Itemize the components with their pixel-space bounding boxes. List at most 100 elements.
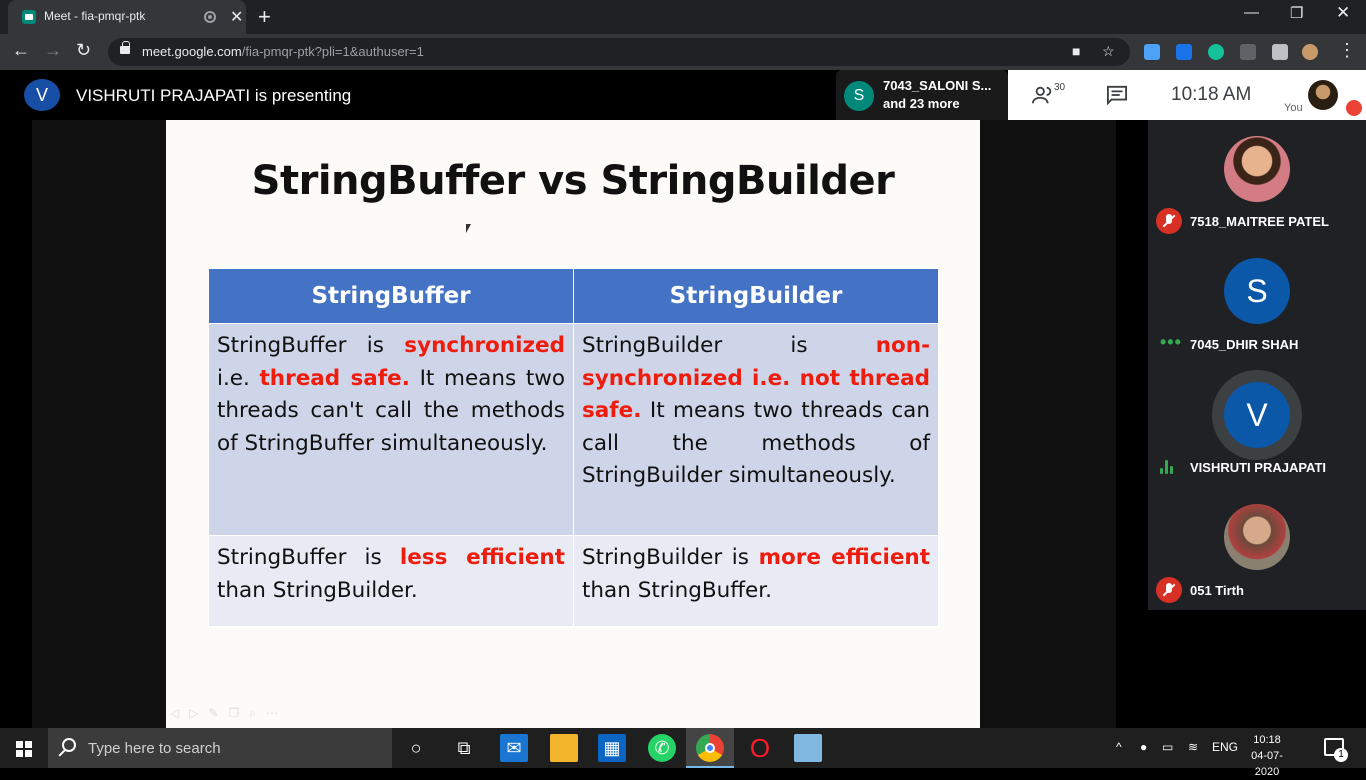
slide-title: StringBuffer vs StringBuilder xyxy=(251,158,895,204)
self-avatar[interactable] xyxy=(1308,80,1338,110)
browser-toolbar: ← → ↻ meet.google.com/fia-pmqr-ptk?pli=1… xyxy=(0,34,1366,70)
wifi-icon[interactable]: ≋ xyxy=(1188,740,1198,754)
you-label: You xyxy=(1284,102,1303,114)
self-mic-off-icon xyxy=(1346,100,1362,116)
participant-name: VISHRUTI PRAJAPATI xyxy=(1190,460,1327,475)
minimize-window-button[interactable]: — xyxy=(1244,4,1259,21)
meet-header-controls: 30 10:18 AM You xyxy=(1008,70,1366,120)
taskbar-time: 10:18 xyxy=(1253,734,1281,746)
maximize-window-button[interactable]: ❐ xyxy=(1290,4,1303,22)
cell-highlight: thread safe. xyxy=(259,365,410,391)
cell-highlight: more efficient xyxy=(758,545,931,570)
cell-highlight: synchronized xyxy=(404,333,565,358)
cell-text: StringBuilder is xyxy=(582,545,759,570)
participant-name: 7518_MAITREE PATEL xyxy=(1190,214,1329,229)
taskbar-clock[interactable]: 10:18 04-07-2020 xyxy=(1244,732,1290,780)
close-tab-icon[interactable]: ✕ xyxy=(230,7,243,27)
participant-avatar-photo[interactable] xyxy=(1224,136,1290,202)
tab-title: Meet - fia-pmqr-ptk xyxy=(44,9,146,23)
app-icon[interactable] xyxy=(794,734,822,762)
participant-name: 7045_DHIR SHAH xyxy=(1190,337,1299,352)
taskbar-date: 04-07-2020 xyxy=(1251,750,1283,778)
browser-tab-strip: Meet - fia-pmqr-ptk ✕ + — ❐ ✕ xyxy=(0,0,1366,34)
cell-text: StringBuilder is xyxy=(582,333,876,358)
column-header-stringbuilder: StringBuilder xyxy=(573,268,939,324)
participant-avatar-photo[interactable] xyxy=(1224,504,1290,570)
recording-indicator-icon xyxy=(204,11,216,23)
bookmark-star-icon[interactable]: ☆ xyxy=(1102,43,1115,60)
url-path: /fia-pmqr-ptk?pli=1&authuser=1 xyxy=(241,44,424,59)
windows-taskbar: Type here to search ○ ⧉ ✉ ▦ ✆ O ^ ● ▭ ≋ … xyxy=(0,728,1366,778)
back-button[interactable]: ← xyxy=(12,40,30,61)
speaker-avatar: S xyxy=(844,81,874,111)
mail-icon[interactable]: ✉ xyxy=(500,734,528,762)
url-host: meet.google.com xyxy=(142,44,242,59)
cell-text: than StringBuilder. xyxy=(217,577,418,603)
microphone-icon[interactable]: ● xyxy=(1140,740,1147,754)
cell-highlight: less efficient xyxy=(399,545,566,570)
participants-panel: 7518_MAITREE PATEL S ••• 7045_DHIR SHAH … xyxy=(1148,120,1366,610)
camera-icon[interactable]: ■ xyxy=(1072,43,1080,59)
chrome-icon[interactable] xyxy=(696,734,724,762)
extension-grammarly-icon[interactable] xyxy=(1208,44,1224,60)
search-placeholder: Type here to search xyxy=(88,740,221,757)
store-icon[interactable]: ▦ xyxy=(598,734,626,762)
table-cell: StringBuilder is non-synchronized i.e. n… xyxy=(573,323,939,536)
presenter-avatar: V xyxy=(24,79,60,111)
participant-avatar[interactable]: V xyxy=(1224,382,1290,448)
language-indicator[interactable]: ENG xyxy=(1212,740,1238,754)
cortana-icon[interactable]: ○ xyxy=(402,734,430,762)
people-icon[interactable] xyxy=(1032,84,1054,106)
participant-avatar[interactable]: S xyxy=(1224,258,1290,324)
cell-text: than StringBuffer. xyxy=(582,577,772,603)
extensions-puzzle-icon[interactable] xyxy=(1272,44,1288,60)
participant-name: 051 Tirth xyxy=(1190,583,1244,598)
comparison-table: StringBuffer StringBuilder StringBuffer … xyxy=(208,268,939,627)
file-explorer-icon[interactable] xyxy=(550,734,578,762)
extension-s-icon[interactable] xyxy=(1176,44,1192,60)
notification-count-badge: 1 xyxy=(1334,748,1348,762)
speaker-more-count: and 23 more xyxy=(883,96,960,111)
speaking-bars-icon xyxy=(1160,460,1176,474)
people-count: 30 xyxy=(1054,82,1066,93)
meet-header: V VISHRUTI PRAJAPATI is presenting S 704… xyxy=(0,70,1366,120)
table-row: StringBuffer is synchronized i.e. thread… xyxy=(208,323,939,536)
profile-avatar-icon[interactable] xyxy=(1302,44,1318,60)
presentation-slide: StringBuffer vs StringBuilder StringBuff… xyxy=(166,120,980,728)
extension-pen-icon[interactable] xyxy=(1240,44,1256,60)
slideshow-controls[interactable]: ◁▷✎❐⌕⋯ xyxy=(170,706,288,721)
browser-tab[interactable]: Meet - fia-pmqr-ptk ✕ xyxy=(8,0,246,34)
chat-icon[interactable] xyxy=(1106,85,1128,105)
browser-menu-icon[interactable]: ⋮ xyxy=(1338,40,1356,61)
close-window-button[interactable]: ✕ xyxy=(1336,3,1350,23)
table-cell: StringBuffer is synchronized i.e. thread… xyxy=(208,323,574,536)
show-hidden-icons-icon[interactable]: ^ xyxy=(1116,740,1122,754)
mic-off-icon xyxy=(1156,577,1182,603)
mic-off-icon xyxy=(1156,208,1182,234)
mouse-cursor-icon xyxy=(466,224,471,233)
presenting-label: VISHRUTI PRAJAPATI is presenting xyxy=(76,86,352,105)
address-bar[interactable]: meet.google.com/fia-pmqr-ptk?pli=1&authu… xyxy=(108,38,1130,66)
windows-start-icon[interactable] xyxy=(16,741,32,757)
table-cell: StringBuffer is less efficient than Stri… xyxy=(208,535,574,627)
new-tab-button[interactable]: + xyxy=(258,4,271,30)
search-icon xyxy=(62,738,76,752)
forward-button[interactable]: → xyxy=(44,40,62,61)
taskbar-search[interactable]: Type here to search xyxy=(48,728,392,768)
cell-text: StringBuffer is xyxy=(217,333,405,358)
column-header-stringbuffer: StringBuffer xyxy=(208,268,574,324)
meeting-clock: 10:18 AM xyxy=(1171,84,1252,105)
more-dots-icon: ••• xyxy=(1160,332,1182,352)
cell-text: StringBuffer is xyxy=(217,545,400,570)
speaker-name: 7043_SALONI S... xyxy=(883,78,992,93)
table-row: StringBuffer is less efficient than Stri… xyxy=(208,535,939,627)
table-cell: StringBuilder is more efficient than Str… xyxy=(573,535,939,627)
cell-text: i.e. xyxy=(217,365,260,391)
extension-cloud-icon[interactable] xyxy=(1144,44,1160,60)
opera-icon[interactable]: O xyxy=(746,733,774,763)
whatsapp-icon[interactable]: ✆ xyxy=(648,734,676,762)
battery-icon[interactable]: ▭ xyxy=(1162,740,1173,754)
reload-button[interactable]: ↻ xyxy=(76,40,91,61)
task-view-icon[interactable]: ⧉ xyxy=(450,734,478,762)
lock-icon xyxy=(120,41,130,54)
